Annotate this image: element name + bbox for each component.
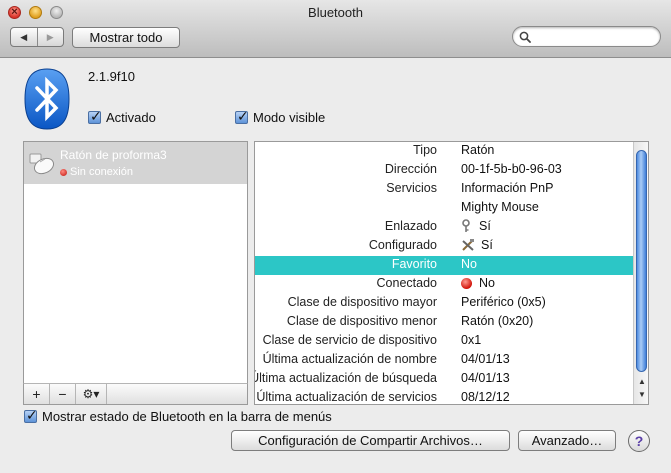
preferences-window: × Bluetooth ◀ ▶ Mostrar todo 2.1.9f10 ✓ … bbox=[0, 0, 671, 473]
checkbox-checked-icon bbox=[88, 108, 102, 125]
bluetooth-enabled-label: Activado bbox=[106, 110, 156, 125]
property-row-service-class: Clase de servicio de dispositivo 0x1 bbox=[255, 332, 633, 351]
property-value: 04/01/13 bbox=[461, 371, 510, 385]
window-title: Bluetooth bbox=[308, 5, 363, 20]
property-label: Conectado bbox=[376, 276, 437, 290]
scroll-up-arrow-icon[interactable]: ▲ bbox=[637, 377, 647, 387]
checkbox-checked-icon bbox=[235, 108, 249, 125]
property-label: Favorito bbox=[391, 257, 437, 271]
device-status: Sin conexión bbox=[60, 166, 133, 178]
show-all-button[interactable]: Mostrar todo bbox=[72, 27, 180, 48]
property-value: Mighty Mouse bbox=[461, 200, 539, 214]
property-value-text: Sí bbox=[479, 219, 491, 233]
property-value: 0x1 bbox=[461, 333, 482, 347]
show-in-menubar-label: Mostrar estado de Bluetooth en la barra … bbox=[42, 409, 332, 424]
device-status-text: Sin conexión bbox=[70, 166, 133, 178]
property-row-services-update: Última actualización de servicios 08/12/… bbox=[255, 389, 633, 404]
property-row-services: Servicios Información PnP bbox=[255, 180, 633, 199]
search-field[interactable] bbox=[512, 26, 661, 47]
property-value: 00-1f-5b-b0-96-03 bbox=[461, 162, 562, 176]
property-label: Enlazado bbox=[384, 219, 437, 233]
property-value: 04/01/13 bbox=[461, 352, 510, 366]
property-label: Última actualización de búsqueda bbox=[254, 371, 437, 385]
property-label: Última actualización de servicios bbox=[256, 390, 437, 404]
property-row-minor-class: Clase de dispositivo menor Ratón (0x20) bbox=[255, 313, 633, 332]
checkbox-checked-icon bbox=[24, 407, 38, 424]
scroll-down-arrow-icon[interactable]: ▼ bbox=[637, 390, 647, 400]
property-value: Ratón bbox=[461, 143, 495, 157]
property-value: Sí bbox=[461, 238, 493, 252]
bluetooth-enabled-checkbox[interactable]: Activado bbox=[88, 108, 156, 125]
discoverable-label: Modo visible bbox=[253, 110, 326, 125]
back-forward-control: ◀ ▶ bbox=[10, 27, 64, 47]
property-value: Sí bbox=[461, 219, 491, 233]
device-properties-table[interactable]: Tipo Ratón Dirección 00-1f-5b-b0-96-03 S… bbox=[254, 141, 649, 405]
search-icon bbox=[519, 31, 531, 43]
bluetooth-version: 2.1.9f10 bbox=[88, 69, 135, 84]
add-device-button[interactable]: + bbox=[24, 384, 50, 404]
property-label: Dirección bbox=[384, 162, 437, 176]
tools-icon bbox=[462, 239, 474, 251]
bluetooth-logo-icon bbox=[24, 68, 70, 130]
property-row-paired: Enlazado Sí bbox=[255, 218, 633, 237]
property-row-favorite[interactable]: Favorito No bbox=[255, 256, 633, 275]
device-list-controls: + − ⚙▾ bbox=[23, 383, 248, 405]
gear-menu-button[interactable]: ⚙▾ bbox=[76, 384, 107, 404]
key-icon bbox=[462, 219, 470, 232]
property-row-major-class: Clase de dispositivo mayor Periférico (0… bbox=[255, 294, 633, 313]
property-row-search-update: Última actualización de búsqueda 04/01/1… bbox=[255, 370, 633, 389]
property-value: No bbox=[461, 276, 495, 290]
property-label: Tipo bbox=[413, 143, 437, 157]
property-value: No bbox=[461, 257, 477, 271]
red-dot-icon bbox=[461, 277, 472, 289]
property-value: Ratón (0x20) bbox=[461, 314, 534, 328]
property-value-text: No bbox=[479, 276, 495, 290]
advanced-button[interactable]: Avanzado… bbox=[518, 430, 616, 451]
property-row-address: Dirección 00-1f-5b-b0-96-03 bbox=[255, 161, 633, 180]
property-row-services-2: Mighty Mouse bbox=[255, 199, 633, 218]
device-list-item[interactable]: Ratón de proforma3 Sin conexión bbox=[24, 142, 247, 184]
discoverable-checkbox[interactable]: Modo visible bbox=[235, 108, 326, 125]
device-list[interactable]: Ratón de proforma3 Sin conexión bbox=[23, 141, 248, 405]
property-label: Última actualización de nombre bbox=[262, 352, 437, 366]
property-row-connected: Conectado No bbox=[255, 275, 633, 294]
show-in-menubar-checkbox[interactable]: Mostrar estado de Bluetooth en la barra … bbox=[24, 407, 332, 424]
properties-scrollbar[interactable]: ▲ ▼ bbox=[633, 142, 648, 404]
mouse-icon bbox=[29, 153, 55, 175]
device-name: Ratón de proforma3 bbox=[60, 148, 167, 162]
remove-device-button[interactable]: − bbox=[50, 384, 76, 404]
property-label: Servicios bbox=[386, 181, 437, 195]
back-button[interactable]: ◀ bbox=[11, 28, 37, 46]
disconnected-dot-icon bbox=[60, 168, 67, 176]
property-label: Clase de dispositivo mayor bbox=[287, 295, 437, 309]
property-row-configured: Configurado Sí bbox=[255, 237, 633, 256]
title-toolbar: × Bluetooth ◀ ▶ Mostrar todo bbox=[0, 0, 671, 58]
help-button[interactable]: ? bbox=[628, 430, 650, 452]
search-input[interactable] bbox=[535, 29, 657, 45]
property-label: Configurado bbox=[368, 238, 437, 252]
property-value: Información PnP bbox=[461, 181, 554, 195]
property-value: Periférico (0x5) bbox=[461, 295, 546, 309]
scrollbar-thumb[interactable] bbox=[636, 150, 647, 372]
property-label: Clase de dispositivo menor bbox=[286, 314, 437, 328]
property-row-type: Tipo Ratón bbox=[255, 142, 633, 161]
file-sharing-settings-button[interactable]: Configuración de Compartir Archivos… bbox=[231, 430, 510, 451]
property-value-text: Sí bbox=[481, 238, 493, 252]
forward-button[interactable]: ▶ bbox=[36, 28, 64, 46]
property-value: 08/12/12 bbox=[461, 390, 510, 404]
property-row-name-update: Última actualización de nombre 04/01/13 bbox=[255, 351, 633, 370]
property-label: Clase de servicio de dispositivo bbox=[262, 333, 437, 347]
